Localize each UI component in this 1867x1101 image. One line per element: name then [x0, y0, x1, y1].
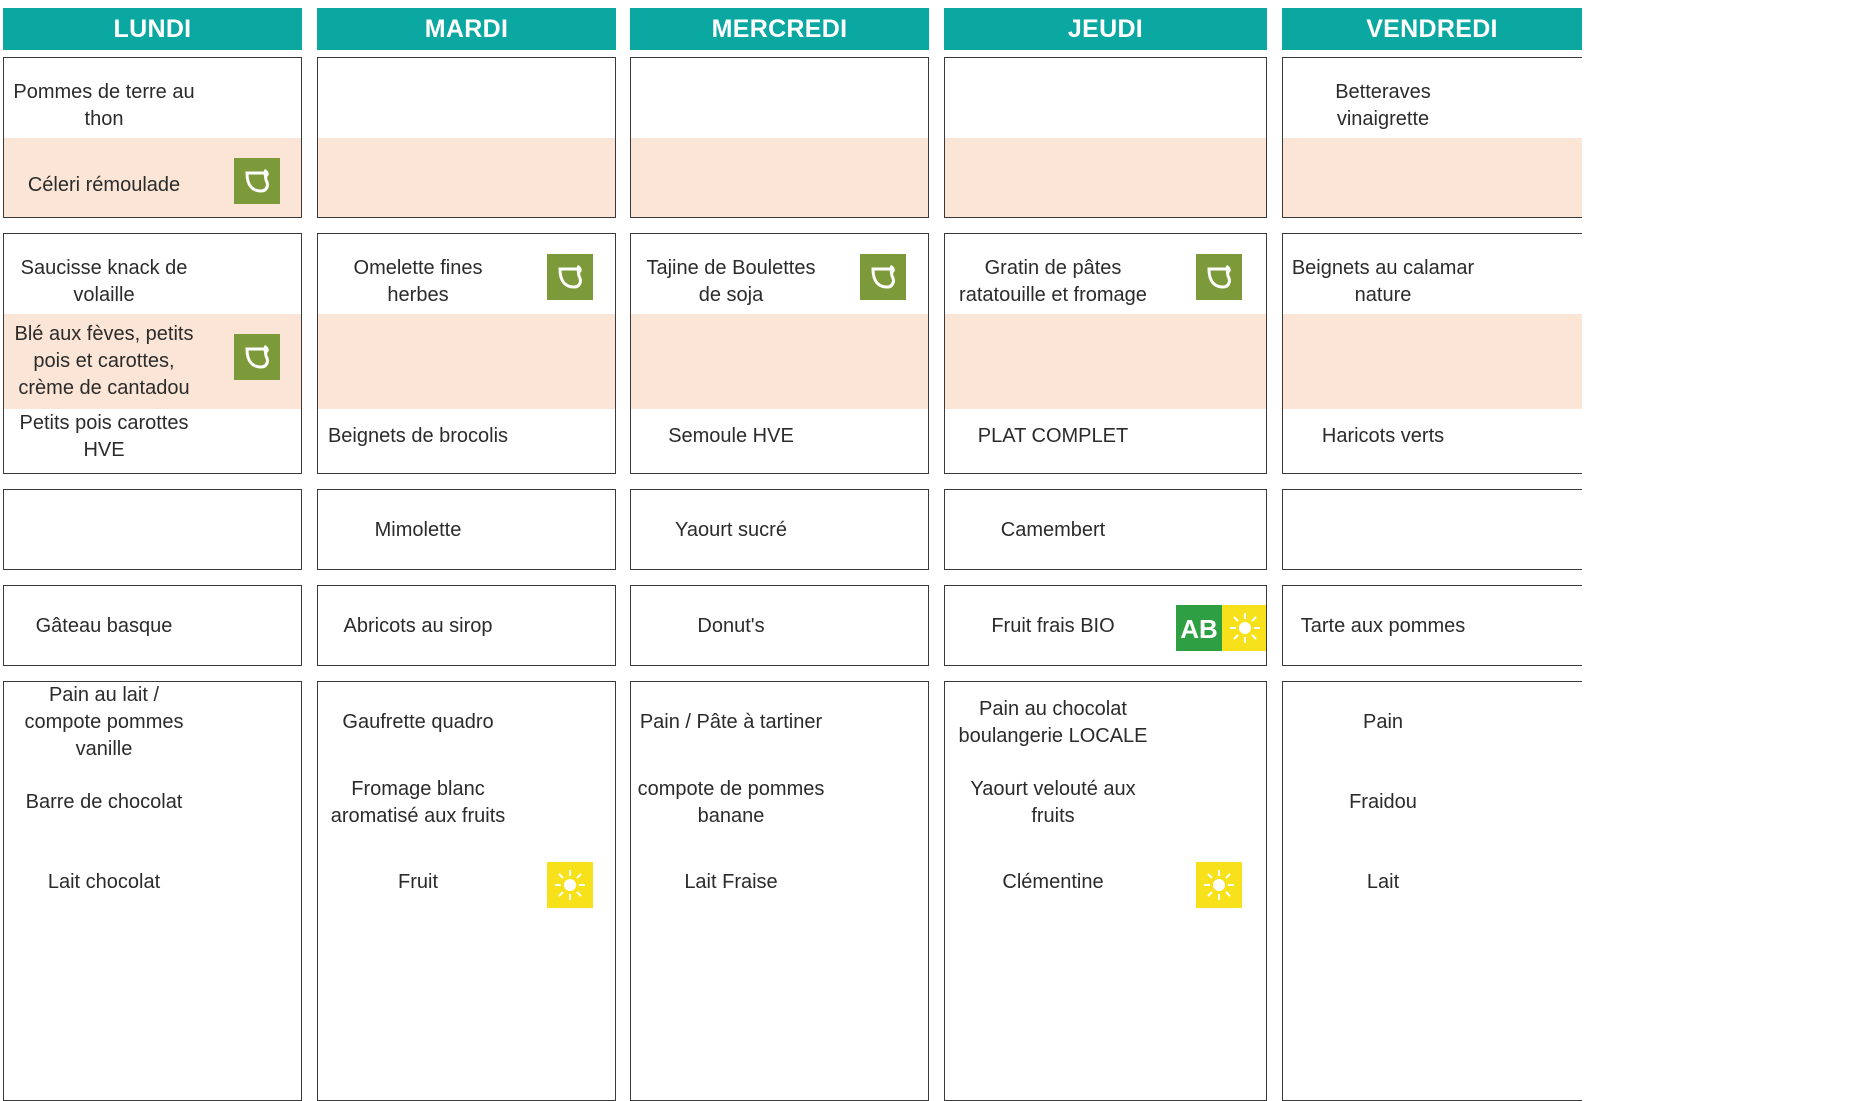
gouter-box: Pain au chocolat boulangerie LOCALE Yaou… [944, 681, 1267, 1101]
day-header-mardi: MARDI [317, 8, 616, 50]
entree-box [317, 57, 616, 218]
menu-item: Céleri rémoulade [27, 174, 181, 196]
column-lundi: LUNDI Pommes de terre au thon Céleri rém… [3, 0, 302, 1101]
entree-box [630, 57, 929, 218]
laitage-box: Mimolette [317, 489, 616, 570]
day-header-lundi: LUNDI [3, 8, 302, 50]
laitage-box: Yaourt sucré [630, 489, 929, 570]
gouter-box: Pain au lait / compote pommes vanille Ba… [3, 681, 302, 1101]
menu-item [1283, 490, 1483, 569]
sun-icon [1196, 862, 1242, 908]
sun-icon [547, 862, 593, 908]
column-mardi: MARDI Omelette fines herbes Beignets de … [317, 0, 616, 1101]
dessert-box: Abricots au sirop [317, 585, 616, 666]
dessert-box: Fruit frais BIO AB [944, 585, 1267, 666]
plat-box: Beignets au calamar nature Haricots vert… [1282, 233, 1582, 474]
plat-box: Gratin de pâtes ratatouille et fromage P… [944, 233, 1267, 474]
menu-item: Abricots au sirop [343, 615, 493, 637]
menu-item: Donut's [697, 615, 765, 637]
gouter-box: Gaufrette quadro Fromage blanc aromatisé… [317, 681, 616, 1101]
menu-item: Fruit [398, 871, 438, 893]
gouter-box: Pain / Pâte à tartiner compote de pommes… [630, 681, 929, 1101]
menu-item: Clémentine [1002, 871, 1104, 893]
column-jeudi: JEUDI Gratin de pâtes ratatouille et fro… [944, 0, 1267, 1101]
entree-box: Pommes de terre au thon Céleri rémoulade [3, 57, 302, 218]
menu-item: Lait chocolat [47, 871, 161, 893]
laitage-box: Camembert [944, 489, 1267, 570]
menu-item: Camembert [1000, 519, 1106, 541]
menu-item: Haricots verts [1321, 425, 1445, 447]
ab-organic-icon: AB [1176, 605, 1266, 651]
leaf-icon [234, 334, 280, 380]
svg-text:AB: AB [1180, 614, 1218, 644]
plat-box: Omelette fines herbes Beignets de brocol… [317, 233, 616, 474]
menu-item [631, 138, 831, 217]
dessert-box: Donut's [630, 585, 929, 666]
menu-item [1283, 138, 1483, 217]
entree-box [944, 57, 1267, 218]
plat-box: Tajine de Boulettes de soja Semoule HVE [630, 233, 929, 474]
menu-item: Yaourt sucré [675, 519, 787, 541]
menu-item: Tarte aux pommes [1300, 615, 1466, 637]
menu-item: Gâteau basque [35, 615, 173, 637]
laitage-box [1282, 489, 1582, 570]
day-header-vendredi: VENDREDI [1282, 8, 1582, 50]
leaf-icon [547, 254, 593, 300]
menu-item [318, 138, 518, 217]
column-vendredi: VENDREDI Betteraves vinaigrette Beignets… [1282, 0, 1582, 1101]
day-header-mercredi: MERCREDI [630, 8, 929, 50]
leaf-icon [1196, 254, 1242, 300]
entree-box: Betteraves vinaigrette [1282, 57, 1582, 218]
menu-item: Fruit frais BIO [991, 615, 1115, 637]
dessert-box: Gâteau basque [3, 585, 302, 666]
day-header-jeudi: JEUDI [944, 8, 1267, 50]
gouter-box: Pain Fraidou Lait [1282, 681, 1582, 1101]
plat-box: Saucisse knack de volaille Blé aux fèves… [3, 233, 302, 474]
menu-item [4, 490, 204, 569]
menu-item [945, 138, 1161, 217]
menu-item: Lait [1366, 871, 1400, 893]
dessert-box: Tarte aux pommes [1282, 585, 1582, 666]
menu-item: Mimolette [374, 519, 462, 541]
column-mercredi: MERCREDI Tajine de Boulettes de soja Sem… [630, 0, 929, 1101]
menu-item: Semoule HVE [668, 425, 794, 447]
leaf-icon [234, 158, 280, 204]
leaf-icon [860, 254, 906, 300]
menu-item: Lait Fraise [684, 871, 778, 893]
menu-item: Petits pois carottes HVE [19, 411, 189, 461]
menu-item: Beignets de brocolis [327, 425, 509, 447]
menu-item: PLAT COMPLET [977, 425, 1129, 447]
laitage-box [3, 489, 302, 570]
